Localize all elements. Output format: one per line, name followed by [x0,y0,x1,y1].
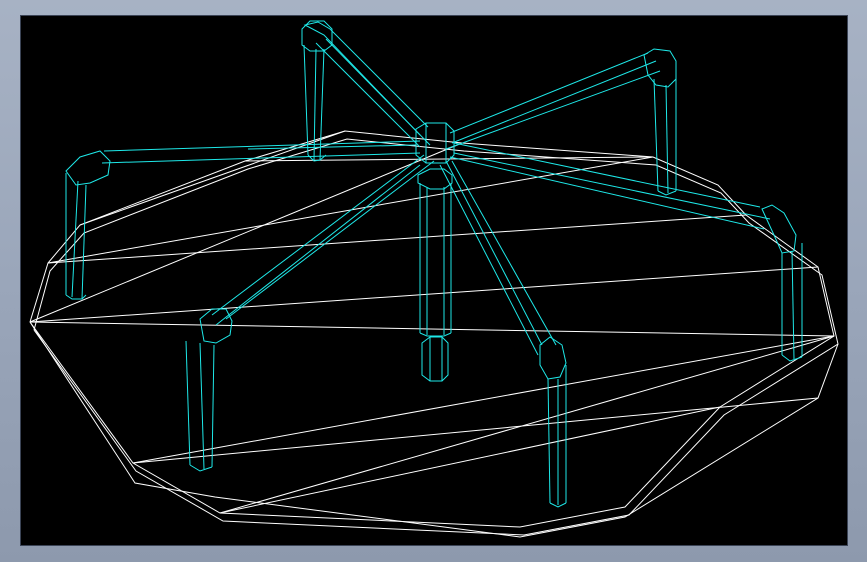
arm-right [449,142,803,362]
arm-front-left [185,154,435,472]
arm-left [65,140,421,300]
center-post [415,122,455,382]
platform-wireframe [29,130,839,538]
arm-back-left [301,20,431,162]
platform-triangulation [29,130,835,514]
wireframe-model [29,20,839,538]
arm-front-right [439,160,567,508]
cad-viewport[interactable] [20,15,848,546]
